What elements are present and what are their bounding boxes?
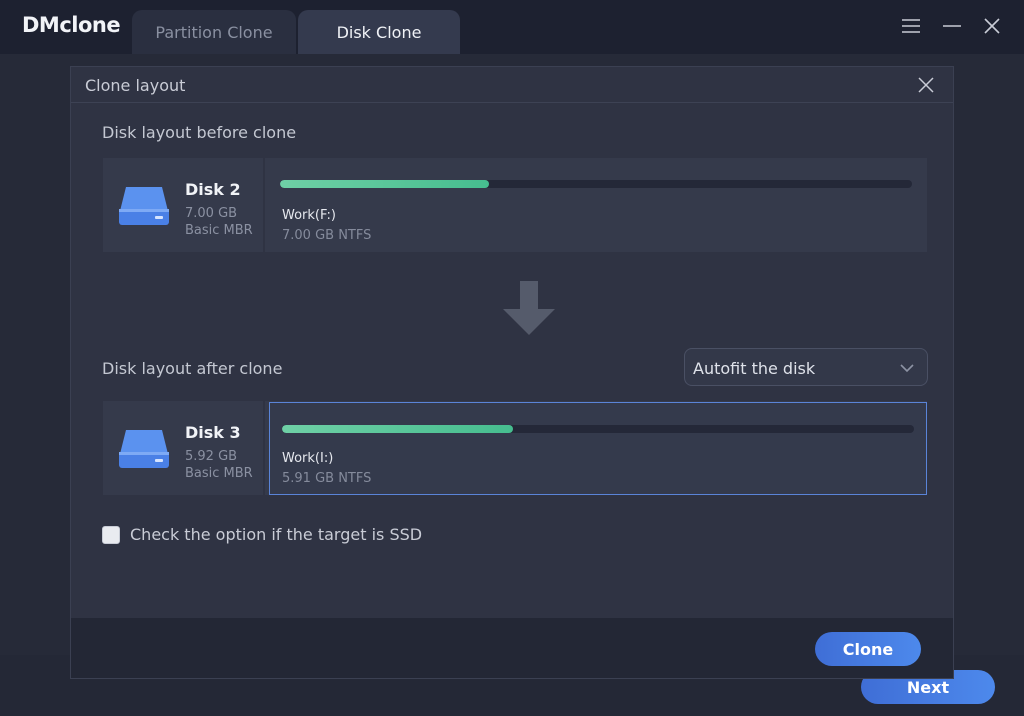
source-disk-card: Disk 2 7.00 GB Basic MBR Work(F:) 7.00 G… [103, 158, 927, 252]
chevron-down-icon [899, 360, 915, 379]
title-bar: DMclone Partition Clone Disk Clone [0, 0, 1024, 54]
source-disk-size: 7.00 GB [185, 206, 238, 221]
source-usage-bar [280, 180, 912, 188]
target-disk-size: 5.92 GB [185, 449, 238, 464]
clone-button[interactable]: Clone [815, 632, 921, 666]
source-partition-name: Work(F:) [282, 208, 336, 223]
target-partition[interactable]: Work(I:) 5.91 GB NTFS [269, 402, 927, 495]
tab-disk-clone[interactable]: Disk Clone [298, 10, 460, 54]
clone-layout-dialog: Clone layout Disk layout before clone Di… [70, 66, 954, 679]
app-title: DMclone [22, 13, 121, 37]
target-disk-type: Basic MBR [185, 466, 253, 481]
ssd-checkbox[interactable] [102, 526, 120, 544]
disk-drive-icon [118, 185, 170, 231]
dialog-close-icon[interactable] [914, 73, 938, 97]
source-usage-fill [280, 180, 489, 188]
layout-option-dropdown[interactable]: Autofit the disk [684, 348, 928, 386]
target-disk-card: Disk 3 5.92 GB Basic MBR Work(I:) 5.91 G… [103, 401, 927, 495]
target-partition-detail: 5.91 GB NTFS [282, 471, 372, 486]
ssd-option-label: Check the option if the target is SSD [130, 525, 423, 544]
after-clone-label: Disk layout after clone [102, 359, 283, 378]
source-partition[interactable]: Work(F:) 7.00 GB NTFS [268, 158, 927, 252]
before-clone-label: Disk layout before clone [102, 123, 297, 142]
source-disk-info: Disk 2 7.00 GB Basic MBR [103, 158, 265, 252]
dialog-header: Clone layout [71, 67, 953, 103]
tab-partition-clone[interactable]: Partition Clone [132, 10, 296, 54]
dialog-footer: Clone [71, 618, 953, 678]
source-disk-name: Disk 2 [185, 180, 241, 199]
layout-option-value: Autofit the disk [693, 359, 816, 378]
disk-drive-icon [118, 428, 170, 474]
dialog-title: Clone layout [85, 76, 186, 95]
source-disk-type: Basic MBR [185, 223, 253, 238]
target-partition-name: Work(I:) [282, 451, 334, 466]
source-partition-detail: 7.00 GB NTFS [282, 228, 372, 243]
target-usage-bar [282, 425, 914, 433]
target-usage-fill [282, 425, 513, 433]
minimize-icon[interactable] [938, 12, 966, 40]
close-icon[interactable] [978, 12, 1006, 40]
target-disk-name: Disk 3 [185, 423, 241, 442]
target-disk-info: Disk 3 5.92 GB Basic MBR [103, 401, 265, 495]
menu-icon[interactable] [897, 12, 925, 40]
arrow-down-icon [501, 281, 557, 341]
